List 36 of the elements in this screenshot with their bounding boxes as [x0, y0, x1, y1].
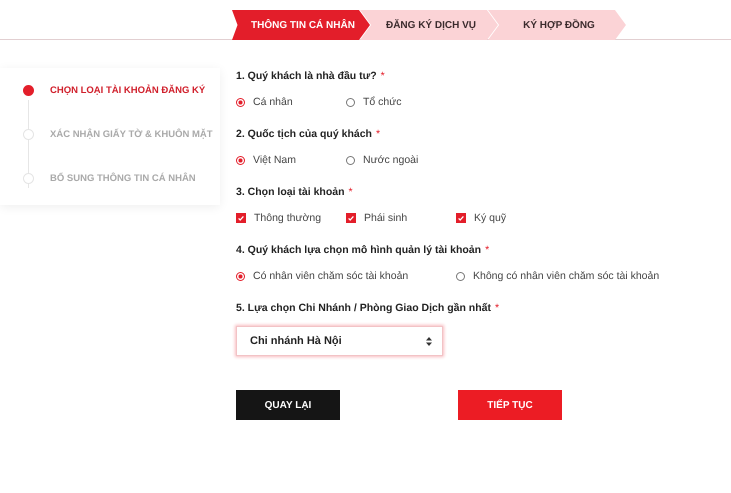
option-label: Có nhân viên chăm sóc tài khoản	[253, 270, 408, 282]
continue-button[interactable]: TIẾP TỤC	[458, 390, 562, 420]
option-label: Phái sinh	[364, 212, 408, 224]
required-mark: *	[376, 128, 380, 140]
step-tab[interactable]: KÝ HỢP ĐỒNG	[488, 10, 626, 40]
question-label: 5. Lựa chọn Chi Nhánh / Phòng Giao Dịch gần nhất	[236, 302, 491, 314]
question-label: 4. Quý khách lựa chọn mô hình quản lý tài khoản	[236, 244, 482, 256]
question-label: 1. Quý khách là nhà đầu tư?	[236, 70, 377, 82]
required-mark: *	[348, 186, 353, 198]
required-mark: *	[485, 244, 490, 256]
radio-button[interactable]	[236, 98, 245, 106]
radio-button[interactable]	[236, 156, 245, 164]
radio-button[interactable]	[346, 156, 355, 164]
back-button[interactable]: QUAY LẠI	[236, 390, 340, 420]
option-label: Thông thường	[254, 212, 322, 224]
sidebar-item[interactable]: CHỌN LOẠI TÀI KHOẢN ĐĂNG KÝ	[50, 85, 206, 96]
question-label: 2. Quốc tịch của quý khách	[236, 128, 372, 140]
radio-button[interactable]	[236, 272, 245, 280]
option-label: Ký quỹ	[474, 212, 506, 224]
step-tab[interactable]: ĐĂNG KÝ DỊCH VỤ	[360, 10, 498, 40]
radio-button[interactable]	[456, 272, 465, 280]
option-label: Cá nhân	[253, 96, 293, 108]
step-tab[interactable]: THÔNG TIN CÁ NHÂN	[232, 10, 370, 40]
branch-select[interactable]: Chi nhánh Hà Nội	[236, 326, 443, 356]
required-mark: *	[380, 70, 385, 82]
option-label: Nước ngoài	[363, 154, 418, 166]
option-label: Tổ chức	[363, 96, 402, 108]
required-mark: *	[494, 302, 500, 314]
option-label: Việt Nam	[253, 154, 296, 166]
checkbox[interactable]	[456, 213, 466, 223]
sort-caret-icon	[426, 336, 432, 346]
checkbox[interactable]	[236, 213, 246, 223]
radio-button[interactable]	[346, 98, 355, 106]
question-label: 3. Chọn loại tài khoản	[236, 186, 345, 198]
option-label: Không có nhân viên chăm sóc tài khoản	[473, 270, 660, 282]
checkbox[interactable]	[346, 213, 356, 223]
